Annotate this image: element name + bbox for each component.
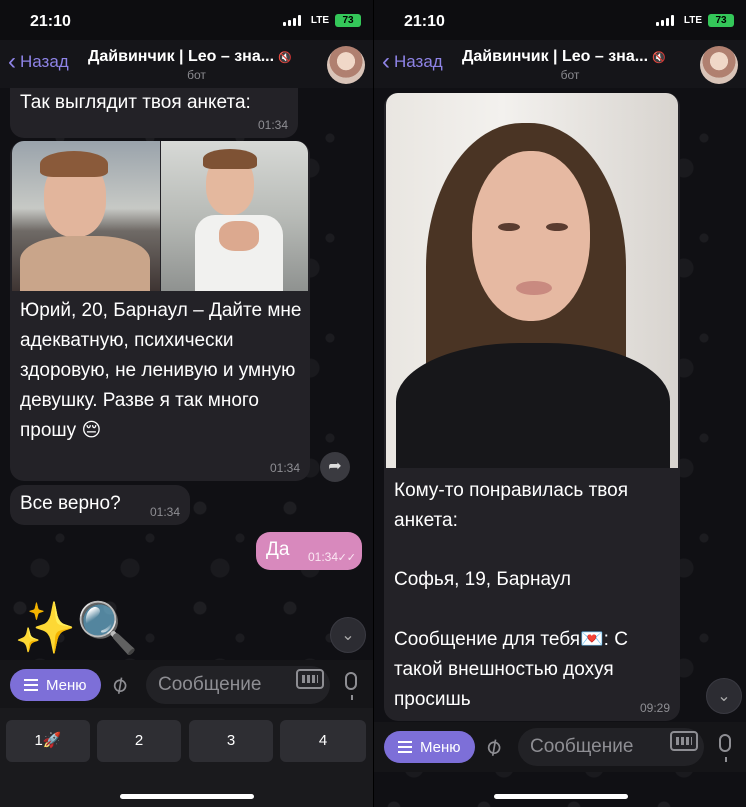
attach-icon[interactable]: ⌀ xyxy=(479,730,507,762)
left-chat-screen: 21:10 LTE 73 ‹ Назад Дайвинчик | Leo – зн… xyxy=(0,0,373,807)
keyboard-icon[interactable] xyxy=(296,669,324,689)
keyboard-button-2[interactable]: 2 xyxy=(97,720,181,762)
message-time: 01:34 xyxy=(257,118,288,132)
home-indicator[interactable] xyxy=(120,794,254,799)
menu-button[interactable]: Меню xyxy=(384,731,475,763)
message-time: 01:34 xyxy=(149,505,180,519)
match-photo[interactable] xyxy=(386,93,678,468)
chat-title[interactable]: Дайвинчик | Leo – зна... 🔇 xyxy=(88,48,292,66)
battery-icon: 73 xyxy=(708,14,734,27)
profile-text: Юрий, 20, Барнаул – Дайте мне адекватную… xyxy=(20,300,302,441)
keyboard-button-3[interactable]: 3 xyxy=(189,720,273,762)
profile-photo-2[interactable] xyxy=(161,141,308,291)
menu-icon xyxy=(398,741,412,753)
message-text: Так выглядит твоя анкета: xyxy=(20,92,251,113)
read-checkmark-icon: ✓✓ xyxy=(337,552,356,564)
profile-photo-1[interactable] xyxy=(12,141,160,291)
match-header-text: Кому-то понравилась твоя анкета: xyxy=(394,480,629,531)
battery-icon: 73 xyxy=(335,14,361,27)
outgoing-message-bubble[interactable]: Да 01:34 ✓✓ xyxy=(256,532,362,570)
message-time: 01:34 xyxy=(307,550,338,564)
message-time: 01:34 xyxy=(269,461,300,475)
chat-title-text: Дайвинчик | Leo – зна... xyxy=(88,48,275,65)
attach-icon[interactable]: ⌀ xyxy=(105,668,133,700)
match-message-bubble[interactable]: Кому-то понравилась твоя анкета: Софья, … xyxy=(384,93,680,721)
menu-button[interactable]: Меню xyxy=(10,669,101,701)
chat-title-text: Дайвинчик | Leo – зна... xyxy=(462,48,649,65)
signal-icon xyxy=(656,15,674,26)
network-label: LTE xyxy=(310,15,329,26)
emoji-message[interactable]: ✨🔍 xyxy=(14,598,139,658)
chat-header: ‹ Назад Дайвинчик | Leo – зна... 🔇 бот xyxy=(0,40,373,88)
scroll-down-button[interactable]: ⌄ xyxy=(330,617,366,653)
home-indicator[interactable] xyxy=(494,794,628,799)
input-bar: Меню ⌀ Сообщение xyxy=(374,722,746,772)
status-bar: 21:10 LTE 73 xyxy=(0,0,373,40)
mute-icon: 🔇 xyxy=(652,52,666,64)
forward-icon[interactable]: ➦ xyxy=(320,452,350,482)
keyboard-button-1[interactable]: 1🚀 xyxy=(6,720,90,762)
input-bar: Меню ⌀ Сообщение xyxy=(0,660,373,710)
message-text: Да xyxy=(266,539,290,560)
keyboard-button-4[interactable]: 4 xyxy=(280,720,366,762)
avatar[interactable] xyxy=(700,46,738,84)
status-time: 21:10 xyxy=(404,13,445,30)
chat-subtitle: бот xyxy=(560,68,580,82)
microphone-icon[interactable] xyxy=(719,734,731,762)
message-text: Все верно? xyxy=(20,493,121,514)
status-bar: 21:10 LTE 73 xyxy=(374,0,746,40)
network-label: LTE xyxy=(683,15,702,26)
keyboard-icon[interactable] xyxy=(670,731,698,751)
signal-icon xyxy=(283,15,301,26)
mute-icon: 🔇 xyxy=(278,52,292,64)
message-time: 09:29 xyxy=(639,701,670,715)
scroll-down-button[interactable]: ⌄ xyxy=(706,678,742,714)
message-bubble[interactable]: Так выглядит твоя анкета: 01:34 xyxy=(10,88,298,138)
menu-label: Меню xyxy=(46,676,87,694)
chat-header: ‹ Назад Дайвинчик | Leo – зна... 🔇 бот xyxy=(374,40,746,88)
right-chat-screen: 21:10 LTE 73 ‹ Назад Дайвинчик | Leo – зн… xyxy=(373,0,746,807)
bot-keyboard: 1🚀 2 3 4 xyxy=(0,708,373,807)
chat-subtitle: бот xyxy=(187,68,206,82)
status-time: 21:10 xyxy=(30,13,71,30)
chat-title[interactable]: Дайвинчик | Leo – зна... 🔇 xyxy=(462,48,666,66)
profile-message-bubble[interactable]: Юрий, 20, Барнаул – Дайте мне адекватную… xyxy=(10,141,310,481)
microphone-icon[interactable] xyxy=(345,672,357,700)
menu-icon xyxy=(24,679,38,691)
message-bubble[interactable]: Все верно? 01:34 xyxy=(10,485,190,525)
match-note-text: Сообщение для тебя💌: С такой внешностью … xyxy=(394,629,628,710)
menu-label: Меню xyxy=(420,738,461,756)
match-profile-text: Софья, 19, Барнаул xyxy=(394,569,571,590)
avatar[interactable] xyxy=(327,46,365,84)
